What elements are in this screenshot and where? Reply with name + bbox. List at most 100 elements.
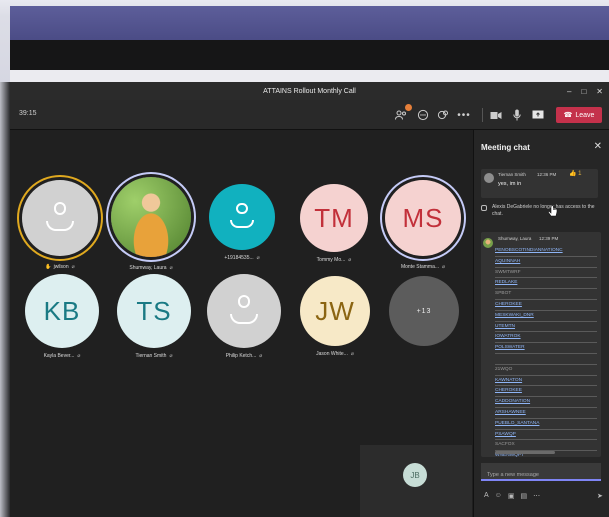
participant-name: Jason White... ⌀ bbox=[316, 351, 354, 357]
participant-name: Kayla Bever... ⌀ bbox=[44, 353, 81, 359]
send-icon[interactable]: ➤ bbox=[597, 492, 603, 500]
list-item[interactable]: PSAWQP bbox=[495, 430, 597, 441]
list-item[interactable]: CHEROKEE bbox=[495, 300, 597, 311]
list-item[interactable]: MESKWAKI_DNR bbox=[495, 311, 597, 322]
message-time: 12:39 PM bbox=[539, 236, 559, 241]
mic-muted-icon: ⌀ bbox=[169, 353, 173, 359]
sticker-icon[interactable]: ▤ bbox=[520, 492, 527, 500]
share-screen-icon[interactable] bbox=[530, 107, 546, 123]
message-sender: Tiernan Smith bbox=[498, 172, 526, 177]
leave-button[interactable]: ☎ Leave bbox=[556, 107, 602, 123]
background-window-header bbox=[10, 6, 609, 40]
participant-initials: JW bbox=[315, 295, 355, 326]
format-icon[interactable]: A bbox=[484, 492, 489, 500]
compose-box[interactable] bbox=[481, 463, 601, 483]
avatar bbox=[484, 173, 494, 183]
default-avatar-icon bbox=[53, 202, 67, 215]
list-item[interactable]: CADDONATION bbox=[495, 397, 597, 408]
chat-icon[interactable] bbox=[415, 107, 431, 123]
minimize-button[interactable]: – bbox=[567, 87, 571, 96]
default-avatar-body bbox=[230, 313, 258, 324]
self-view-tile[interactable]: JB bbox=[360, 445, 472, 517]
mic-muted-icon: ⌀ bbox=[348, 257, 352, 263]
system-notice-text: Alexis DeGabriele no longer has access t… bbox=[492, 204, 595, 217]
list-item[interactable]: AQUINNAH bbox=[495, 257, 597, 268]
leave-button-label: Leave bbox=[575, 111, 595, 119]
participant-name-label: Philip Ketch... bbox=[225, 353, 257, 359]
reaction-badge[interactable]: 👍 1 bbox=[569, 170, 581, 177]
list-item bbox=[495, 354, 597, 365]
monitor-bezel bbox=[0, 82, 10, 517]
list-item[interactable]: IOWATROK bbox=[495, 332, 597, 344]
participant-initials: TM bbox=[314, 202, 354, 233]
participant-name-label: Tommy Mo... bbox=[316, 257, 346, 263]
list-item[interactable]: PUEBLO_SANTANA bbox=[495, 419, 597, 430]
default-avatar-icon bbox=[236, 203, 248, 215]
list-item[interactable]: PENOBSCOTINDIANNATIONC bbox=[495, 246, 597, 257]
background-window-bar bbox=[10, 40, 609, 70]
message-input[interactable] bbox=[481, 467, 601, 483]
emoji-icon[interactable]: ☺ bbox=[495, 492, 502, 500]
chat-message[interactable]: Tiernan Smith 12:36 PM 👍 1 yes, im in bbox=[481, 169, 598, 198]
list-item: 21WQO bbox=[495, 365, 597, 376]
list-item[interactable]: UTEMTN bbox=[495, 322, 597, 333]
default-avatar-icon bbox=[237, 295, 251, 309]
maximize-button[interactable]: □ bbox=[581, 87, 586, 96]
participant-tile[interactable] bbox=[209, 184, 275, 250]
avatar bbox=[483, 238, 493, 248]
meeting-timer: 39:15 bbox=[19, 110, 37, 117]
more-options-icon[interactable]: ••• bbox=[456, 107, 472, 123]
participant-name: +19184535... ⌀ bbox=[224, 255, 259, 261]
microphone-icon[interactable] bbox=[509, 107, 525, 123]
list-item: SACFOX bbox=[495, 440, 597, 452]
list-item[interactable]: REDLAKE bbox=[495, 278, 597, 290]
participant-initials: TS bbox=[136, 295, 172, 326]
chat-title: Meeting chat bbox=[481, 143, 530, 152]
phone-hangup-icon: ☎ bbox=[563, 112, 573, 119]
close-window-button[interactable]: ✕ bbox=[596, 87, 603, 96]
participant-initials: MS bbox=[402, 202, 444, 233]
participant-name-label: Monte Stamma... bbox=[400, 264, 440, 270]
list-item[interactable]: KAWNATON bbox=[495, 376, 597, 387]
meeting-chat-panel: Meeting chat ✕ Tiernan Smith 12:36 PM 👍 … bbox=[473, 130, 609, 517]
self-avatar: JB bbox=[403, 463, 427, 487]
gif-icon[interactable]: ▣ bbox=[508, 492, 515, 500]
teams-meeting-window: ATTAINS Rollout Monthly Call – □ ✕ 39:15… bbox=[10, 82, 609, 517]
window-controls: – □ ✕ bbox=[567, 82, 603, 100]
participant-name: Monte Stamma... ⌀ bbox=[401, 264, 445, 270]
reactions-icon[interactable] bbox=[435, 107, 451, 123]
mouse-cursor-icon bbox=[548, 205, 558, 217]
message-text: yes, im in bbox=[498, 181, 522, 187]
list-item: SWMTWRF bbox=[495, 268, 597, 279]
mic-muted-icon: ⌀ bbox=[169, 265, 173, 271]
participant-tile[interactable] bbox=[207, 274, 281, 348]
participant-tile[interactable]: MS bbox=[385, 180, 461, 256]
participant-initials: KB bbox=[43, 295, 81, 326]
participant-tile[interactable]: +13 bbox=[389, 276, 459, 346]
participant-tile[interactable]: KB bbox=[25, 274, 99, 348]
participant-name-label: Shumway, Laura bbox=[129, 265, 167, 271]
more-compose-icon[interactable]: ⋯ bbox=[533, 492, 540, 500]
participant-name: Tiernan Smith ⌀ bbox=[136, 353, 173, 359]
compose-toolbar: A ☺ ▣ ▤ ⋯ bbox=[484, 492, 540, 500]
message-sender: Shumway, Laura bbox=[498, 236, 532, 241]
horizontal-scrollbar[interactable] bbox=[495, 451, 555, 454]
notification-badge bbox=[405, 104, 412, 111]
participant-name: Tommy Mo... ⌀ bbox=[317, 257, 352, 263]
participant-name-label: +19184535... bbox=[224, 255, 254, 261]
participant-tile[interactable]: TM bbox=[300, 184, 368, 252]
list-item[interactable]: ARSHAWNEE bbox=[495, 408, 597, 419]
participant-tile[interactable] bbox=[111, 177, 191, 257]
mic-muted-icon: ⌀ bbox=[256, 255, 260, 261]
participant-name: Shumway, Laura ⌀ bbox=[129, 265, 172, 271]
chat-message[interactable]: Shumway, Laura 12:39 PM PENOBSCOTINDIANN… bbox=[481, 232, 601, 457]
participant-tile[interactable]: TS bbox=[117, 274, 191, 348]
toolbar-divider bbox=[482, 108, 483, 122]
list-item[interactable]: POLSWATER bbox=[495, 343, 597, 354]
camera-icon[interactable] bbox=[488, 107, 504, 123]
participant-tile[interactable]: JW bbox=[300, 276, 370, 346]
participant-tile[interactable] bbox=[22, 180, 98, 256]
message-time: 12:36 PM bbox=[537, 172, 557, 177]
list-item[interactable]: CHEROKEE bbox=[495, 386, 597, 398]
close-chat-icon[interactable]: ✕ bbox=[594, 141, 602, 152]
